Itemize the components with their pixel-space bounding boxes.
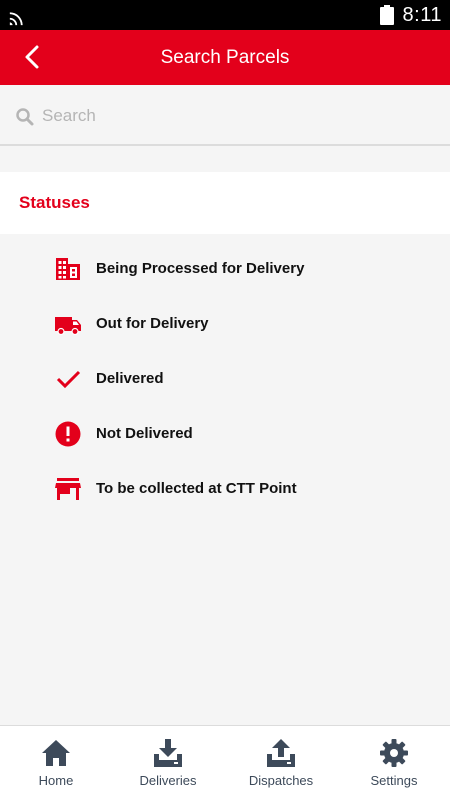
nav-label: Deliveries (139, 773, 197, 788)
bottom-navigation: Home Deliveries Dispatches Settings (0, 725, 450, 800)
upload-tray-icon (267, 739, 295, 767)
status-item-out-for-delivery[interactable]: Out for Delivery (0, 297, 450, 352)
search-bar (0, 85, 450, 146)
status-label: Out for Delivery (96, 315, 209, 332)
nav-home[interactable]: Home (0, 726, 112, 800)
checkmark-icon (56, 370, 81, 389)
nav-settings[interactable]: Settings (338, 726, 450, 800)
gear-icon (380, 739, 408, 767)
clock: 8:11 (402, 4, 442, 26)
page-title: Search Parcels (160, 47, 290, 68)
building-icon (56, 258, 80, 280)
truck-icon (55, 317, 81, 336)
status-item-not-delivered[interactable]: Not Delivered (0, 407, 450, 462)
nav-dispatches[interactable]: Dispatches (225, 726, 337, 800)
status-label: Being Processed for Delivery (96, 260, 305, 277)
nav-deliveries[interactable]: Deliveries (112, 726, 224, 800)
nav-label: Settings (370, 773, 418, 788)
status-item-collect-ctt-point[interactable]: To be collected at CTT Point (0, 462, 450, 517)
system-status-bar: 8:11 (0, 0, 450, 30)
alert-circle-icon (55, 421, 81, 447)
status-label: To be collected at CTT Point (96, 480, 297, 497)
nav-label: Dispatches (248, 773, 314, 788)
status-label: Not Delivered (96, 425, 193, 442)
status-item-delivered[interactable]: Delivered (0, 352, 450, 407)
status-label: Delivered (96, 370, 164, 387)
store-icon (55, 478, 81, 500)
status-item-being-processed[interactable]: Being Processed for Delivery (0, 242, 450, 297)
search-input[interactable] (42, 101, 422, 131)
search-icon (16, 108, 34, 126)
app-bar: Search Parcels (0, 30, 450, 85)
battery-icon (380, 5, 394, 25)
download-tray-icon (154, 739, 182, 767)
home-icon (42, 740, 70, 766)
nav-label: Home (38, 773, 74, 788)
wifi-icon (9, 12, 23, 26)
section-title: Statuses (19, 193, 90, 212)
statuses-section-header: Statuses (0, 172, 450, 234)
